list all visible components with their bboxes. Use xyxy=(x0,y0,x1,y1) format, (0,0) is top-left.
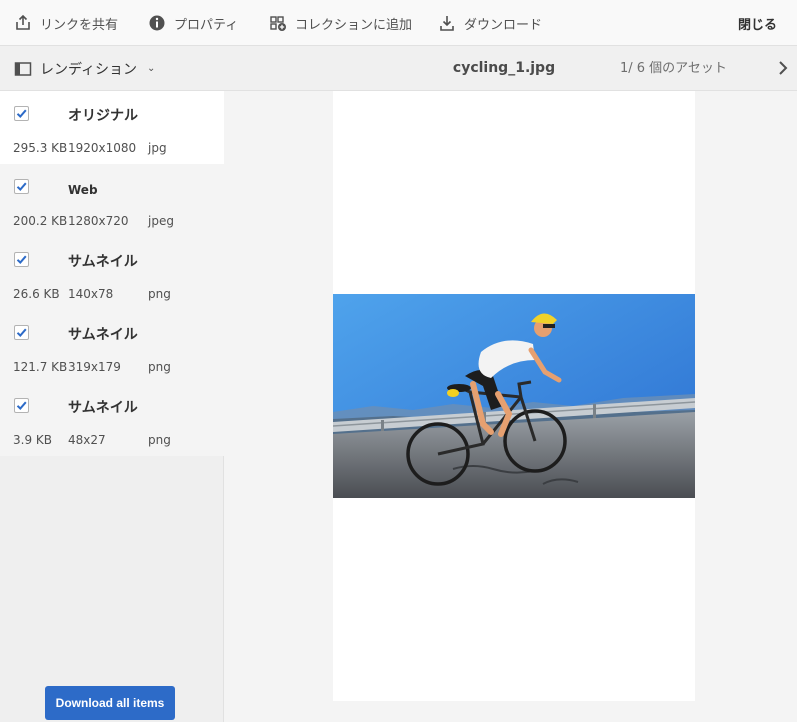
chevron-down-icon: ⌄ xyxy=(147,63,156,74)
add-to-collection-label: コレクションに追加 xyxy=(295,17,413,33)
rendition-size: 3.9 KB xyxy=(13,433,52,447)
rendition-type: jpeg xyxy=(148,214,174,228)
checkmark-icon xyxy=(16,401,27,410)
download-icon xyxy=(438,14,456,32)
properties-label: プロパティ xyxy=(174,17,239,33)
renditions-list: オリジナル 295.3 KB 1920x1080 jpg Web 200.2 KB 1280… xyxy=(0,91,224,456)
rendition-item[interactable]: Web 200.2 KB 1280x720 jpeg xyxy=(0,164,224,237)
next-asset-button[interactable] xyxy=(774,58,792,78)
share-link-label: リンクを共有 xyxy=(40,17,119,33)
share-link-button[interactable]: リンクを共有 xyxy=(14,0,118,46)
rendition-checkbox[interactable] xyxy=(14,106,29,121)
panel-icon xyxy=(14,60,32,78)
renditions-panel: オリジナル 295.3 KB 1920x1080 jpg Web 200.2 KB 1280… xyxy=(0,91,224,722)
rendition-size: 200.2 KB xyxy=(13,214,68,228)
rendition-size: 121.7 KB xyxy=(13,360,68,374)
top-toolbar: リンクを共有 プロパティ コレクションに追加 ダウンロード 閉じる xyxy=(0,0,797,46)
rendition-item[interactable]: サムネイル 121.7 KB 319x179 png xyxy=(0,310,224,383)
asset-preview xyxy=(225,91,797,722)
rendition-type: png xyxy=(148,287,171,301)
info-icon xyxy=(148,14,166,32)
checkmark-icon xyxy=(16,328,27,337)
rendition-checkbox[interactable] xyxy=(14,252,29,267)
download-label: ダウンロード xyxy=(464,17,543,33)
rendition-name: オリジナル xyxy=(68,108,138,124)
asset-counter: 1/ 6 個のアセット xyxy=(620,61,727,76)
checkmark-icon xyxy=(16,109,27,118)
properties-button[interactable]: プロパティ xyxy=(148,0,238,46)
add-collection-icon xyxy=(269,14,287,32)
rendition-name: サムネイル xyxy=(68,400,138,416)
rendition-name: Web xyxy=(68,183,98,197)
rendition-item[interactable]: オリジナル 295.3 KB 1920x1080 jpg xyxy=(0,91,224,164)
rendition-name: サムネイル xyxy=(68,254,138,270)
rendition-dimensions: 1920x1080 xyxy=(68,141,137,155)
rendition-dimensions: 48x27 xyxy=(68,433,106,447)
rendition-size: 295.3 KB xyxy=(13,141,68,155)
rendition-checkbox[interactable] xyxy=(14,398,29,413)
preview-canvas xyxy=(333,91,695,701)
rendition-type: jpg xyxy=(148,141,167,155)
rendition-name: サムネイル xyxy=(68,327,138,343)
checkmark-icon xyxy=(16,182,27,191)
add-to-collection-button[interactable]: コレクションに追加 xyxy=(269,0,412,46)
rendition-dimensions: 1280x720 xyxy=(68,214,129,228)
renditions-label: レンディション xyxy=(40,61,138,78)
download-button[interactable]: ダウンロード xyxy=(438,0,542,46)
rendition-type: png xyxy=(148,360,171,374)
rendition-checkbox[interactable] xyxy=(14,325,29,340)
asset-image xyxy=(333,294,695,498)
rendition-item[interactable]: サムネイル 3.9 KB 48x27 png xyxy=(0,383,224,456)
rendition-checkbox[interactable] xyxy=(14,179,29,194)
share-icon xyxy=(14,14,32,32)
rendition-size: 26.6 KB xyxy=(13,287,60,301)
rendition-item[interactable]: サムネイル 26.6 KB 140x78 png xyxy=(0,237,224,310)
rendition-dimensions: 319x179 xyxy=(68,360,121,374)
asset-filename: cycling_1.jpg xyxy=(452,60,556,76)
download-all-button[interactable]: Download all items xyxy=(45,686,175,720)
chevron-right-icon xyxy=(774,61,792,82)
rendition-dimensions: 140x78 xyxy=(68,287,114,301)
rendition-type: png xyxy=(148,433,171,447)
sub-header: レンディション ⌄ cycling_1.jpg 1/ 6 個のアセット xyxy=(0,46,797,91)
close-button[interactable]: 閉じる xyxy=(738,0,777,46)
renditions-toggle[interactable]: レンディション ⌄ xyxy=(14,46,155,91)
checkmark-icon xyxy=(16,255,27,264)
